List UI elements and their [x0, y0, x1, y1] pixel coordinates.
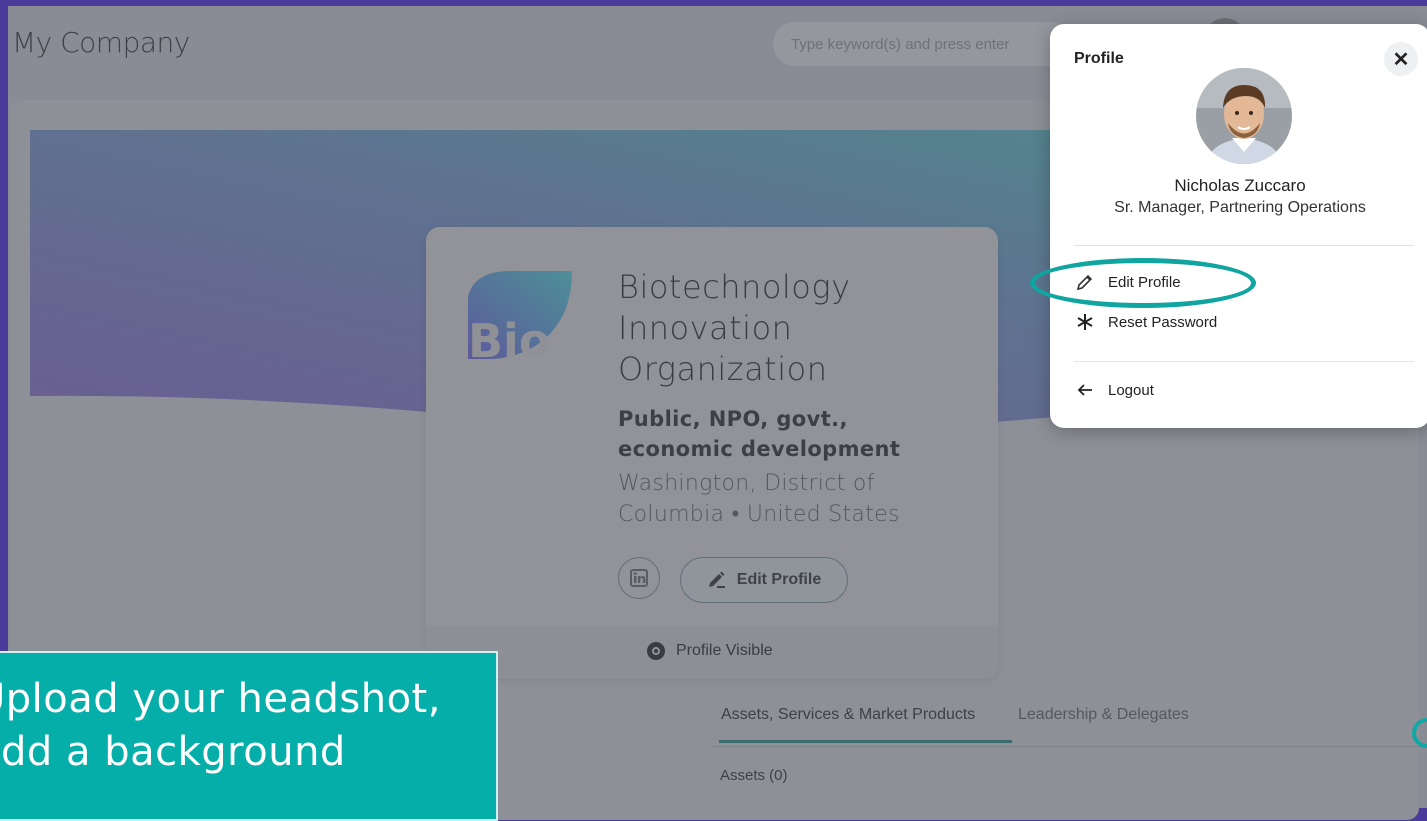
tab-assets-services[interactable]: Assets, Services & Market Products [721, 706, 975, 724]
tutorial-callout: Upload your headshot, add a background [0, 651, 498, 821]
divider [1074, 245, 1414, 246]
user-name: Nicholas Zuccaro [1174, 176, 1306, 195]
page-title: My Company [12, 26, 190, 59]
edit-pencil-icon [708, 571, 725, 588]
divider [1074, 361, 1414, 362]
close-button[interactable]: ✕ [1384, 42, 1418, 76]
menu-item-label: Reset Password [1108, 313, 1218, 331]
company-location: Washington, District of Columbia • Unite… [618, 471, 900, 527]
profile-visibility-toggle[interactable]: Profile Visible [646, 641, 773, 661]
active-tab-indicator [719, 740, 1012, 743]
user-headshot [1196, 68, 1292, 164]
company-logo: Bio [464, 267, 576, 368]
user-role: Sr. Manager, Partnering Operations [1114, 199, 1366, 216]
menu-item-logout[interactable]: Logout [1074, 381, 1154, 399]
edit-profile-label: Edit Profile [736, 571, 822, 588]
asterisk-icon [1074, 313, 1096, 331]
profile-popup: Profile ✕ Nicholas Zuccaro Sr. Manager, … [1050, 24, 1427, 428]
eye-icon [647, 642, 665, 660]
menu-item-label: Logout [1108, 381, 1154, 399]
linkedin-icon [630, 569, 648, 587]
edit-profile-button[interactable]: Edit Profile [680, 557, 848, 603]
company-name: Biotechnology Innovation Organization [618, 268, 851, 388]
highlight-ring [1030, 258, 1256, 308]
company-type: Public, NPO, govt., economic development [618, 407, 901, 461]
profile-visible-label: Profile Visible [676, 642, 773, 659]
logo-text: Bio [468, 314, 550, 367]
linkedin-button[interactable] [618, 557, 660, 599]
company-tabs: Assets, Services & Market Products Leade… [713, 706, 1419, 747]
company-card: Bio Biotechnology Innovation Organizatio… [426, 227, 998, 679]
popup-title: Profile [1074, 50, 1124, 67]
tab-leadership-delegates[interactable]: Leadership & Delegates [1018, 706, 1189, 724]
search-input[interactable] [773, 22, 1073, 66]
arrow-left-icon [1074, 381, 1096, 399]
close-icon: ✕ [1392, 48, 1410, 71]
assets-count: Assets (0) [720, 767, 788, 784]
callout-text: Upload your headshot, add a background [0, 676, 441, 775]
menu-item-reset-password[interactable]: Reset Password [1074, 313, 1217, 331]
